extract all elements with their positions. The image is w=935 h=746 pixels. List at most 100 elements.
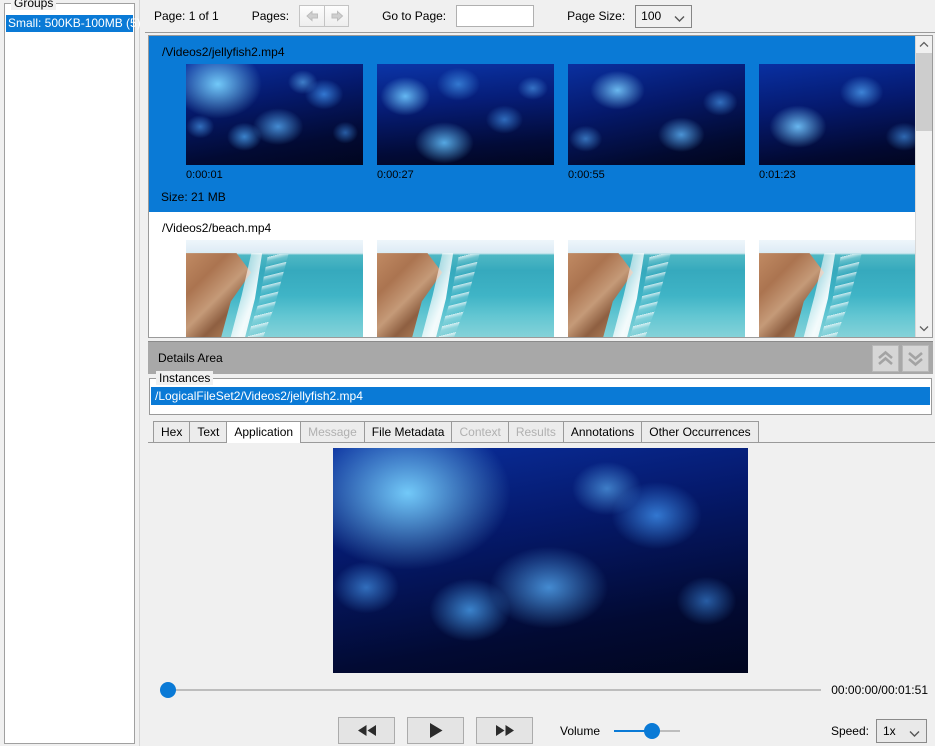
page-size-label: Page Size:: [567, 9, 625, 23]
main-panel: Page: 1 of 1 Pages: Go to Page:: [145, 0, 935, 746]
chevron-down-icon: [674, 12, 685, 26]
double-chevron-down-icon: [906, 349, 925, 368]
video-thumbnail-image[interactable]: [186, 64, 363, 165]
pages-label: Pages:: [252, 9, 289, 23]
tab-context: Context: [451, 421, 508, 442]
seek-row: 00:00:00/00:01:51: [148, 683, 933, 697]
page-size-value: 100: [641, 9, 661, 23]
details-area-title: Details Area: [158, 351, 223, 365]
video-thumbnail-image[interactable]: [186, 240, 363, 337]
tab-application[interactable]: Application: [226, 421, 301, 443]
instances-title: Instances: [156, 371, 213, 385]
thumbnail-cell[interactable]: [377, 240, 554, 337]
arrow-left-icon: [305, 10, 319, 22]
speed-control: Speed: 1x: [831, 719, 927, 743]
volume-slider[interactable]: [614, 730, 680, 732]
thumbnail-timestamp: 0:00:27: [377, 165, 554, 183]
thumbnail-timestamp: 0:01:23: [759, 165, 915, 183]
time-display: 00:00:00/00:01:51: [831, 683, 928, 697]
groups-groupbox: Groups Small: 500KB-100MB (5): [4, 3, 135, 744]
groups-sidebar: Groups Small: 500KB-100MB (5): [0, 0, 139, 746]
fast-forward-button[interactable]: [476, 717, 533, 744]
page-size-select[interactable]: 100: [635, 5, 692, 28]
double-chevron-up-icon: [876, 349, 895, 368]
groups-title: Groups: [11, 0, 56, 10]
transport-controls-row: Volume Speed: 1x: [148, 717, 933, 744]
thumbnail-cell[interactable]: 0:00:55: [568, 64, 745, 183]
chevron-up-icon: [919, 41, 929, 48]
speed-select[interactable]: 1x: [876, 719, 927, 743]
video-thumbnail-image[interactable]: [568, 240, 745, 337]
collapse-details-button[interactable]: [872, 345, 899, 372]
instances-groupbox: Instances /LogicalFileSet2/Videos2/jelly…: [149, 378, 932, 415]
arrow-right-icon: [330, 10, 344, 22]
thumbnail-cell[interactable]: 0:00:01: [186, 64, 363, 183]
video-thumbnail-image[interactable]: [377, 64, 554, 165]
chevron-down-icon: [919, 325, 929, 332]
video-entry-beach[interactable]: /Videos2/beach.mp4: [149, 212, 915, 337]
thumbnail-row: 0:00:01 0:00:27 0:00:55 0:01:23: [149, 64, 915, 183]
goto-page-input[interactable]: [456, 5, 534, 27]
scroll-up-button[interactable]: [916, 36, 932, 53]
thumbnail-cell[interactable]: [568, 240, 745, 337]
video-path-label: /Videos2/beach.mp4: [149, 212, 915, 240]
video-thumbnail-image[interactable]: [759, 64, 915, 165]
tab-annotations[interactable]: Annotations: [563, 421, 642, 442]
transport-controls: [338, 717, 533, 744]
scroll-down-button[interactable]: [916, 320, 932, 337]
thumbnail-cell[interactable]: 0:01:23: [759, 64, 915, 183]
tab-results: Results: [508, 421, 564, 442]
video-player: 00:00:00/00:01:51: [148, 443, 933, 746]
seek-slider[interactable]: [160, 689, 821, 691]
video-thumbnail-image[interactable]: [377, 240, 554, 337]
speed-label: Speed:: [831, 724, 869, 738]
play-button[interactable]: [407, 717, 464, 744]
seek-slider-thumb[interactable]: [160, 682, 176, 698]
scrollbar-thumb[interactable]: [916, 53, 932, 131]
video-entry-jellyfish[interactable]: /Videos2/jellyfish2.mp4 0:00:01 0:00:27: [149, 36, 915, 212]
fast-forward-icon: [494, 724, 516, 737]
thumbnail-cell[interactable]: [186, 240, 363, 337]
scrollbar-track[interactable]: [916, 53, 932, 320]
volume-slider-thumb[interactable]: [644, 723, 660, 739]
next-page-button[interactable]: [324, 5, 349, 27]
video-preview[interactable]: [333, 448, 748, 673]
tab-hex[interactable]: Hex: [153, 421, 190, 442]
volume-label: Volume: [560, 724, 600, 738]
thumbnail-timestamp: 0:00:55: [568, 165, 745, 183]
page-status-label: Page: 1 of 1: [154, 9, 219, 23]
tab-other-occurrences[interactable]: Other Occurrences: [641, 421, 758, 442]
video-thumbnail-image[interactable]: [568, 64, 745, 165]
thumbnail-cell[interactable]: [759, 240, 915, 337]
tab-file-metadata[interactable]: File Metadata: [364, 421, 453, 442]
details-area-header: Details Area: [148, 341, 933, 374]
application-window: Groups Small: 500KB-100MB (5) Page: 1 of…: [0, 0, 935, 746]
rewind-icon: [356, 724, 378, 737]
rewind-button[interactable]: [338, 717, 395, 744]
pagination-toolbar: Page: 1 of 1 Pages: Go to Page:: [145, 0, 935, 33]
detail-tabs: Hex Text Application Message File Metada…: [148, 422, 935, 443]
page-nav-buttons: [299, 5, 349, 27]
thumbnail-viewer-panel: /Videos2/jellyfish2.mp4 0:00:01 0:00:27: [148, 35, 933, 338]
groups-list[interactable]: Small: 500KB-100MB (5): [5, 13, 134, 32]
thumbnail-row: [149, 240, 915, 337]
video-path-label: /Videos2/jellyfish2.mp4: [149, 36, 915, 64]
tab-text[interactable]: Text: [189, 421, 227, 442]
chevron-down-icon: [909, 727, 920, 741]
tab-message: Message: [300, 421, 365, 442]
video-thumbnail-image[interactable]: [759, 240, 915, 337]
thumbnail-list[interactable]: /Videos2/jellyfish2.mp4 0:00:01 0:00:27: [149, 36, 915, 337]
expand-details-button[interactable]: [902, 345, 929, 372]
goto-page-label: Go to Page:: [382, 9, 446, 23]
speed-value: 1x: [883, 724, 896, 738]
thumbnail-timestamp: 0:00:01: [186, 165, 363, 183]
thumbnail-cell[interactable]: 0:00:27: [377, 64, 554, 183]
video-size-label: Size: 21 MB: [149, 183, 915, 212]
volume-control: Volume: [560, 724, 680, 738]
details-area-buttons: [872, 345, 933, 372]
sidebar-item-small-group[interactable]: Small: 500KB-100MB (5): [6, 15, 133, 32]
prev-page-button[interactable]: [299, 5, 324, 27]
viewer-vertical-scrollbar[interactable]: [915, 36, 932, 337]
instance-list-item[interactable]: /LogicalFileSet2/Videos2/jellyfish2.mp4: [151, 387, 930, 405]
play-icon: [428, 722, 444, 739]
